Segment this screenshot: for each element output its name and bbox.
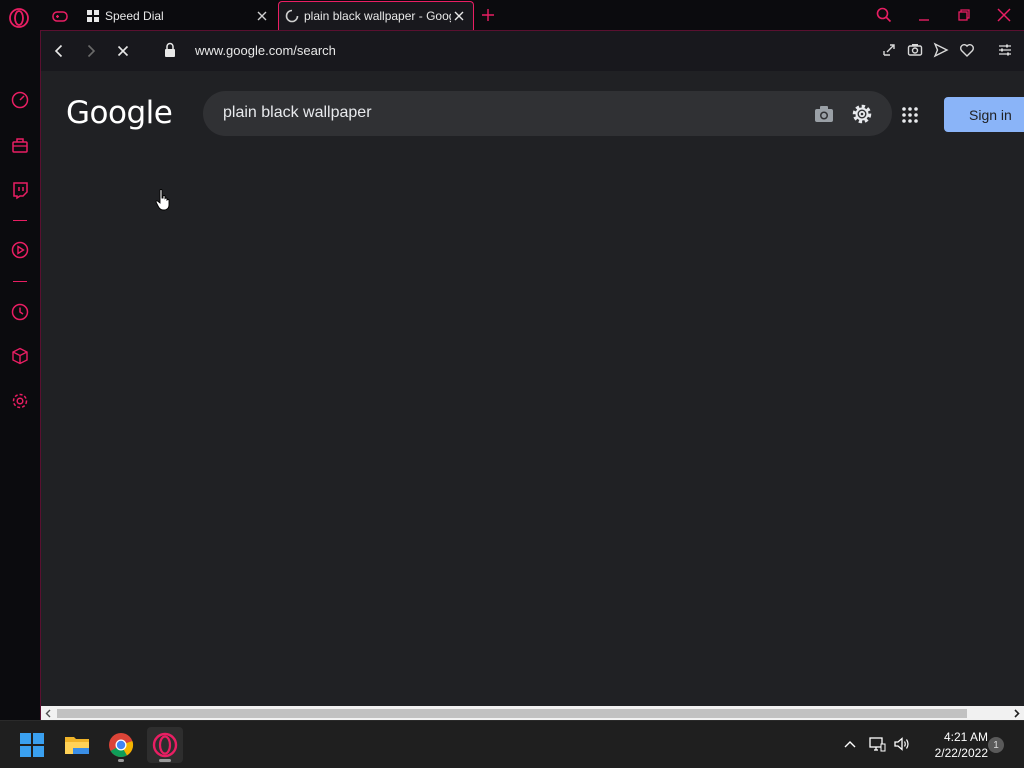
easy-setup-icon[interactable]: [997, 42, 1013, 58]
search-box[interactable]: plain black wallpaper: [203, 91, 892, 136]
sidebar-divider: [13, 281, 27, 282]
file-explorer-button[interactable]: [59, 727, 95, 763]
minimize-icon[interactable]: [915, 6, 933, 24]
address-bar: www.google.com/search: [41, 31, 1024, 71]
forward-arrow-icon[interactable]: [82, 42, 100, 60]
tab-title: Speed Dial: [105, 8, 164, 23]
opera-logo-icon[interactable]: [8, 7, 30, 29]
clock[interactable]: 4:21 AM 2/22/2022: [918, 729, 988, 761]
url-field[interactable]: www.google.com/search: [195, 43, 336, 58]
settings-gear-icon[interactable]: [10, 391, 30, 411]
opera-gx-icon: [152, 732, 178, 758]
heart-bookmark-icon[interactable]: [959, 42, 975, 58]
stop-loading-icon[interactable]: [114, 42, 132, 60]
gear-icon[interactable]: [850, 102, 874, 126]
chevron-up-icon[interactable]: [841, 735, 859, 753]
search-icon[interactable]: [875, 6, 893, 24]
tab-strip: Speed Dial plain black wallpaper - Googl…: [0, 0, 1024, 30]
send-icon[interactable]: [933, 42, 949, 58]
horizontal-scrollbar[interactable]: [41, 706, 1024, 721]
tab-speed-dial[interactable]: Speed Dial: [80, 1, 276, 30]
close-window-icon[interactable]: [995, 6, 1013, 24]
camera-snapshot-icon[interactable]: [907, 42, 923, 58]
sidebar: [0, 30, 40, 729]
folder-icon: [65, 737, 89, 754]
share-icon[interactable]: [881, 42, 897, 58]
notification-badge[interactable]: 1: [988, 737, 1004, 753]
extensions-cube-icon[interactable]: [10, 346, 30, 366]
close-icon[interactable]: [254, 8, 270, 24]
lock-icon[interactable]: [163, 42, 177, 58]
player-icon[interactable]: [10, 240, 30, 260]
clock-date: 2/22/2022: [934, 746, 988, 760]
tab-google-search[interactable]: plain black wallpaper - Google Search: [278, 1, 474, 30]
tab-title: plain black wallpaper - Google Search: [304, 9, 451, 23]
speed-dial-icon: [87, 9, 99, 22]
speedometer-icon[interactable]: [10, 90, 30, 110]
close-icon[interactable]: [451, 8, 467, 24]
clock-time: 4:21 AM: [943, 730, 988, 744]
loading-spinner-icon: [285, 9, 299, 23]
network-icon[interactable]: [868, 735, 886, 753]
google-logo[interactable]: Google: [66, 95, 173, 131]
windows-logo-icon: [20, 733, 44, 757]
bag-icon[interactable]: [10, 135, 30, 155]
twitch-icon[interactable]: [10, 180, 30, 200]
running-indicator: [118, 759, 124, 762]
scroll-left-icon[interactable]: [43, 708, 54, 719]
web-page: Google plain black wallpaper Sign in: [41, 71, 1024, 706]
start-button[interactable]: [14, 727, 50, 763]
gamepad-icon[interactable]: [50, 6, 70, 26]
search-input[interactable]: plain black wallpaper: [223, 104, 372, 122]
restore-icon[interactable]: [955, 6, 973, 24]
chrome-button[interactable]: [103, 727, 139, 763]
scroll-right-icon[interactable]: [1011, 708, 1022, 719]
chrome-icon: [109, 733, 134, 758]
back-arrow-icon[interactable]: [50, 42, 68, 60]
taskbar: 4:21 AM 2/22/2022 1: [0, 720, 1024, 768]
sidebar-divider: [13, 220, 27, 221]
opera-gx-button[interactable]: [147, 727, 183, 763]
browser-window: www.google.com/search Google plain black…: [40, 30, 1024, 721]
hand-cursor-icon: [155, 189, 170, 211]
sign-in-button[interactable]: Sign in: [944, 97, 1024, 132]
new-tab-plus-icon[interactable]: [480, 7, 496, 23]
running-indicator: [159, 759, 171, 762]
apps-grid-icon[interactable]: [901, 106, 919, 124]
scrollbar-thumb[interactable]: [57, 709, 967, 718]
camera-search-icon[interactable]: [813, 103, 835, 125]
screen: Speed Dial plain black wallpaper - Googl…: [0, 0, 1024, 768]
history-clock-icon[interactable]: [10, 302, 30, 322]
volume-icon[interactable]: [893, 735, 911, 753]
